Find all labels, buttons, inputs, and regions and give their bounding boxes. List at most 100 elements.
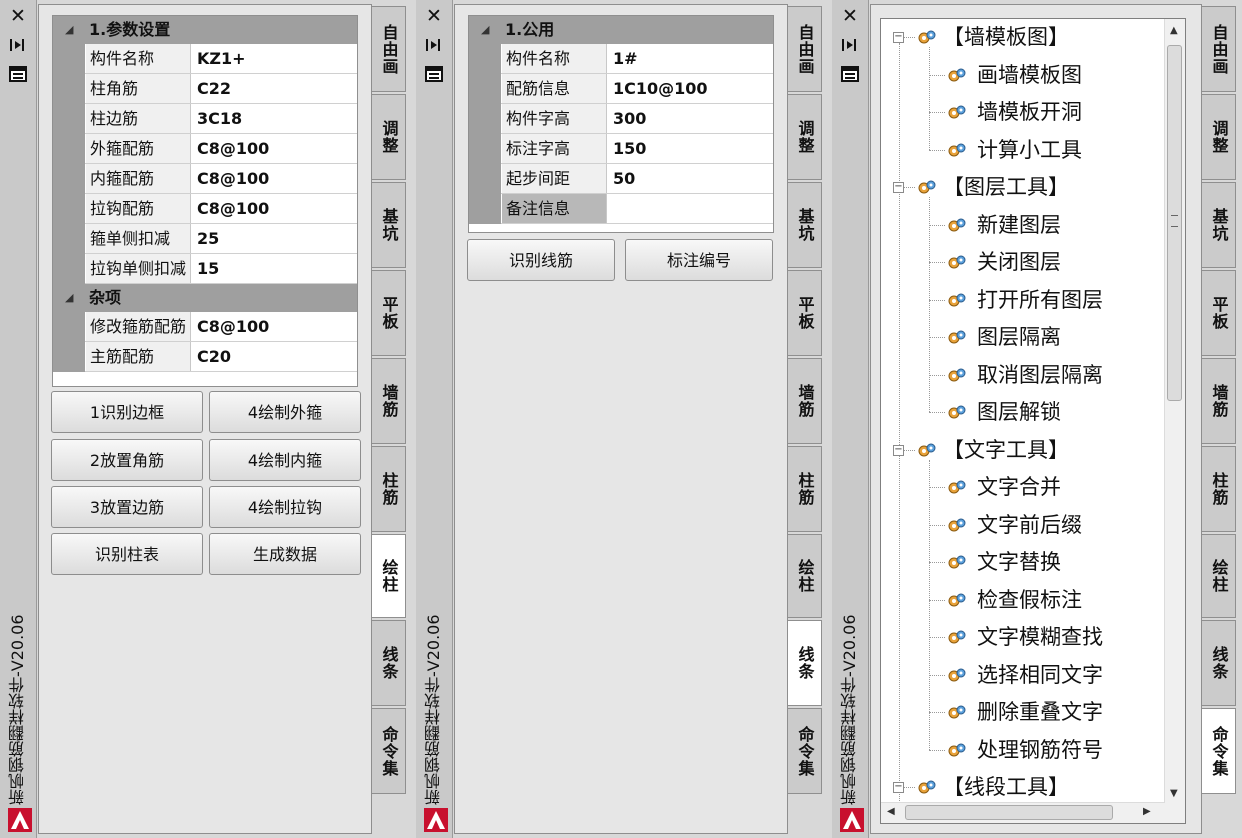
tab-wall-rebar[interactable]: 墙筋: [372, 358, 406, 444]
tab-lines[interactable]: 线条: [372, 620, 406, 706]
autocad-icon[interactable]: [424, 808, 448, 832]
tab-draw-column[interactable]: 绘柱: [788, 534, 822, 618]
property-row[interactable]: 起步间距 50: [469, 164, 773, 194]
pin-icon[interactable]: [8, 36, 28, 54]
tree-command-item[interactable]: 文字替换: [881, 546, 1161, 578]
tab-slab[interactable]: 平板: [1202, 270, 1236, 356]
horizontal-scrollbar[interactable]: ◀ ▶: [881, 802, 1165, 823]
place-corner-bar-button[interactable]: 2放置角筋: [51, 439, 203, 481]
property-row[interactable]: 拉钩单侧扣减 15: [53, 254, 357, 284]
collapse-toggle-icon[interactable]: −: [893, 182, 904, 193]
property-row[interactable]: 构件名称 1#: [469, 44, 773, 74]
draw-outer-stirrup-button[interactable]: 4绘制外箍: [209, 391, 361, 433]
tab-foundation-pit[interactable]: 基坑: [1202, 182, 1236, 268]
collapse-icon[interactable]: ◢: [65, 284, 73, 312]
tab-wall-rebar[interactable]: 墙筋: [788, 358, 822, 444]
tab-draw-column[interactable]: 绘柱: [1202, 534, 1236, 618]
tree-command-item[interactable]: 文字前后缀: [881, 509, 1161, 541]
close-icon[interactable]: ✕: [424, 6, 444, 26]
tab-command-set[interactable]: 命令集: [1202, 708, 1236, 794]
tree-command-item[interactable]: 打开所有图层: [881, 284, 1161, 316]
tab-slab[interactable]: 平板: [372, 270, 406, 356]
tree-group[interactable]: − 【线段工具】: [881, 771, 1161, 803]
tree-command-item[interactable]: 图层解锁: [881, 396, 1161, 428]
tree-command-item[interactable]: 文字模糊查找: [881, 621, 1161, 653]
tree-command-item[interactable]: 图层隔离: [881, 321, 1161, 353]
tree-group[interactable]: − 【图层工具】: [881, 171, 1161, 203]
tab-adjust[interactable]: 调整: [1202, 94, 1236, 180]
scroll-up-icon[interactable]: ▲: [1170, 25, 1178, 36]
tab-lines[interactable]: 线条: [1202, 620, 1236, 706]
tree-command-item[interactable]: 文字合并: [881, 471, 1161, 503]
identify-column-table-button[interactable]: 识别柱表: [51, 533, 203, 575]
property-row[interactable]: 拉钩配筋 C8@100: [53, 194, 357, 224]
tree-command-item[interactable]: 墙模板开洞: [881, 96, 1161, 128]
tab-free-draw[interactable]: 自由画: [1202, 6, 1236, 92]
scroll-left-icon[interactable]: ◀: [887, 806, 895, 817]
tree-command-item[interactable]: 关闭图层: [881, 246, 1161, 278]
autocad-icon[interactable]: [8, 808, 32, 832]
draw-inner-stirrup-button[interactable]: 4绘制内箍: [209, 439, 361, 481]
section-header-params[interactable]: ◢ 1.参数设置: [53, 16, 357, 44]
collapse-icon[interactable]: ◢: [65, 16, 73, 44]
identify-line-rebar-button[interactable]: 识别线筋: [467, 239, 615, 281]
property-row[interactable]: 主筋配筋 C20: [53, 342, 357, 372]
tab-adjust[interactable]: 调整: [372, 94, 406, 180]
tree-command-item[interactable]: 取消图层隔离: [881, 359, 1161, 391]
tab-foundation-pit[interactable]: 基坑: [788, 182, 822, 268]
tab-slab[interactable]: 平板: [788, 270, 822, 356]
property-row[interactable]: 外箍配筋 C8@100: [53, 134, 357, 164]
property-row[interactable]: 柱角筋 C22: [53, 74, 357, 104]
vertical-scrollbar[interactable]: ▲ ▼: [1164, 19, 1185, 805]
property-row[interactable]: 构件字高 300: [469, 104, 773, 134]
close-icon[interactable]: ✕: [840, 6, 860, 26]
tab-draw-column[interactable]: 绘柱: [372, 534, 406, 618]
collapse-toggle-icon[interactable]: −: [893, 32, 904, 43]
pin-icon[interactable]: [840, 36, 860, 54]
tab-wall-rebar[interactable]: 墙筋: [1202, 358, 1236, 444]
tree-command-item[interactable]: 画墙模板图: [881, 59, 1161, 91]
property-row[interactable]: 箍单侧扣减 25: [53, 224, 357, 254]
tab-adjust[interactable]: 调整: [788, 94, 822, 180]
tab-lines[interactable]: 线条: [788, 620, 822, 706]
collapse-toggle-icon[interactable]: −: [893, 782, 904, 793]
property-row[interactable]: 内箍配筋 C8@100: [53, 164, 357, 194]
draw-tie-button[interactable]: 4绘制拉钩: [209, 486, 361, 528]
section-header-common[interactable]: ◢ 1.公用: [469, 16, 773, 44]
tab-free-draw[interactable]: 自由画: [788, 6, 822, 92]
tab-column-rebar[interactable]: 柱筋: [788, 446, 822, 532]
tree-group[interactable]: − 【墙模板图】: [881, 21, 1161, 53]
tab-command-set[interactable]: 命令集: [372, 708, 406, 794]
scroll-thumb-horizontal[interactable]: [905, 805, 1113, 820]
tree-command-item[interactable]: 新建图层: [881, 209, 1161, 241]
tab-column-rebar[interactable]: 柱筋: [1202, 446, 1236, 532]
tree-command-item[interactable]: 处理钢筋符号: [881, 734, 1161, 766]
property-row[interactable]: 备注信息: [469, 194, 773, 224]
properties-icon[interactable]: [841, 66, 859, 82]
annotate-number-button[interactable]: 标注编号: [625, 239, 773, 281]
tab-command-set[interactable]: 命令集: [788, 708, 822, 794]
property-row[interactable]: 柱边筋 3C18: [53, 104, 357, 134]
tab-free-draw[interactable]: 自由画: [372, 6, 406, 92]
close-icon[interactable]: ✕: [8, 6, 28, 26]
generate-data-button[interactable]: 生成数据: [209, 533, 361, 575]
collapse-toggle-icon[interactable]: −: [893, 444, 904, 456]
tab-column-rebar[interactable]: 柱筋: [372, 446, 406, 532]
scroll-right-icon[interactable]: ▶: [1143, 806, 1151, 817]
tree-command-item[interactable]: 选择相同文字: [881, 659, 1161, 691]
tree-command-item[interactable]: 检查假标注: [881, 584, 1161, 616]
autocad-icon[interactable]: [840, 808, 864, 832]
properties-icon[interactable]: [425, 66, 443, 82]
identify-border-button[interactable]: 1识别边框: [51, 391, 203, 433]
tree-command-item[interactable]: 删除重叠文字: [881, 696, 1161, 728]
tree-command-item[interactable]: 计算小工具: [881, 134, 1161, 166]
place-side-bar-button[interactable]: 3放置边筋: [51, 486, 203, 528]
scroll-down-icon[interactable]: ▼: [1170, 788, 1178, 799]
pin-icon[interactable]: [424, 36, 444, 54]
collapse-icon[interactable]: ◢: [481, 16, 489, 44]
section-header-misc[interactable]: ◢ 杂项: [53, 284, 357, 312]
property-row[interactable]: 配筋信息 1C10@100: [469, 74, 773, 104]
property-row[interactable]: 标注字高 150: [469, 134, 773, 164]
properties-icon[interactable]: [9, 66, 27, 82]
tree-group[interactable]: − 【文字工具】: [881, 434, 1161, 466]
